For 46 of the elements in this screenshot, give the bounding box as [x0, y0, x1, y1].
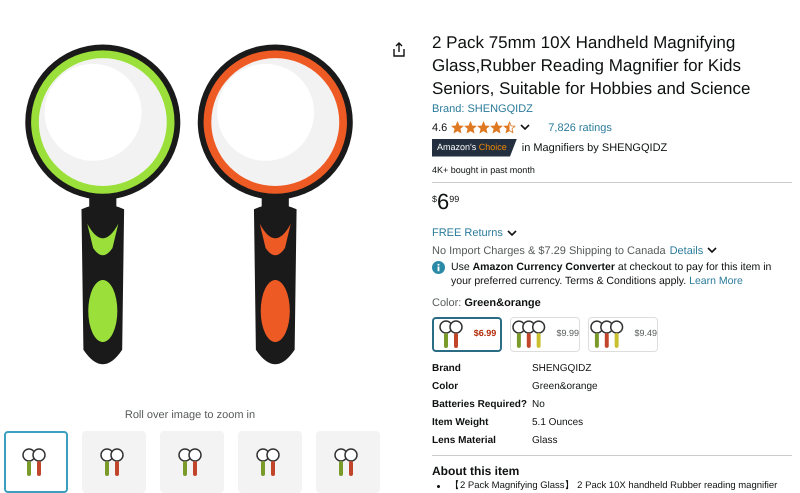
- spec-value: No: [532, 398, 546, 410]
- rating-value: 4.6: [432, 120, 448, 136]
- spec-name: Batteries Required?: [432, 398, 528, 410]
- share-icon[interactable]: [392, 42, 406, 58]
- thumbnail[interactable]: [316, 431, 380, 493]
- spec-name: Item Weight: [432, 416, 490, 428]
- badge-context: in Magnifiers by SHENGQIDZ: [522, 140, 668, 156]
- spec-value: Green&orange: [532, 380, 599, 392]
- star-icon: [464, 121, 478, 134]
- thumbnail[interactable]: [4, 431, 68, 493]
- star-icon: [490, 121, 504, 134]
- star-icon: [503, 121, 516, 134]
- product-title: 2 Pack 75mm 10X Handheld Magnifying Glass,Rubber Reading Magnifier for Kids Seniors, Suitable for Hobbies and Science: [432, 32, 752, 100]
- color-value: Green&orange: [464, 296, 541, 311]
- amazons-choice-badge: Amazon's Choice: [432, 139, 517, 156]
- spec-name: Lens Material: [432, 434, 497, 446]
- currency-notice: Use Amazon Currency Converter at checkout to pay for this item in your preferred currency. Terms & Conditions apply. Learn More: [451, 260, 772, 288]
- spec-value: Glass: [532, 434, 559, 446]
- about-bullet: 【2 Pack Magnifying Glass】 2 Pack 10X handheld Rubber reading magnifier: [450, 480, 778, 490]
- chevron-down-icon: [520, 124, 530, 132]
- info-icon: [432, 261, 445, 274]
- details-link[interactable]: Details: [670, 242, 704, 259]
- chevron-down-icon: [707, 247, 718, 254]
- bullet-icon: [437, 484, 440, 488]
- learn-more-link[interactable]: Learn More: [689, 275, 743, 287]
- spec-name: Color: [432, 380, 460, 392]
- spec-value: 5.1 Ounces: [532, 416, 584, 428]
- spec-name: Brand: [432, 362, 462, 374]
- brand-link[interactable]: Brand: SHENGQIDZ: [432, 101, 792, 118]
- free-returns-link[interactable]: FREE Returns: [432, 225, 503, 242]
- star-icon: [477, 121, 490, 134]
- bought-count: 4K+ bought in past month: [432, 164, 536, 177]
- zoom-hint: Roll over image to zoom in: [124, 408, 256, 422]
- chevron-down-icon: [506, 230, 517, 237]
- color-option[interactable]: $9.49: [588, 316, 658, 352]
- color-label: Color:: [432, 296, 462, 311]
- color-option[interactable]: $9.99: [510, 316, 580, 352]
- shipping-info: No Import Charges & $7.29 Shipping to Canada: [432, 244, 666, 258]
- about-heading: About this item: [432, 464, 520, 478]
- spec-value: SHENGQIDZ: [532, 362, 592, 374]
- star-icon: [451, 121, 464, 134]
- thumbnail[interactable]: [160, 431, 224, 493]
- thumbnail[interactable]: [238, 431, 302, 493]
- thumbnail[interactable]: [82, 431, 146, 493]
- color-option[interactable]: $6.99: [432, 316, 502, 352]
- ratings-link[interactable]: 7,826 ratings: [548, 120, 612, 136]
